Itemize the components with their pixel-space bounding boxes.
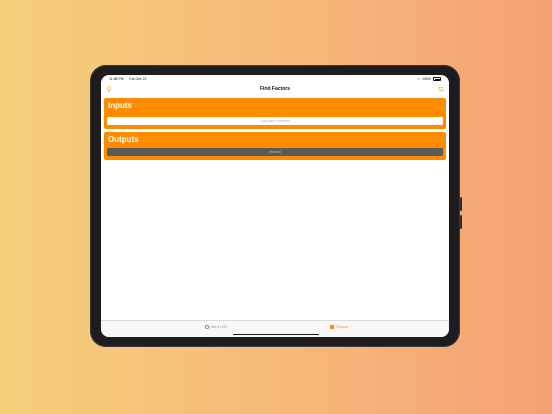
navigation-bar: Find Factors: [101, 83, 449, 97]
tab-bar: Get a LCD Factors: [101, 320, 449, 337]
square-icon: [330, 325, 334, 329]
side-button: [460, 197, 462, 211]
page-title: Find Factors: [259, 86, 290, 92]
factors-output: (factors): [107, 148, 443, 156]
inputs-title: Inputs: [108, 101, 132, 110]
refresh-icon[interactable]: [438, 86, 444, 92]
wifi-icon: ∾: [417, 77, 421, 81]
tab-label: Factors: [336, 325, 348, 329]
side-button: [460, 215, 462, 229]
circle-icon: [205, 325, 209, 329]
status-bar: 11:58 PM Tue Dec 22 ∾ 100%: [101, 75, 449, 83]
outputs-section: Outputs (factors): [104, 132, 446, 160]
tab-label: Get a LCD: [210, 325, 228, 329]
tab-get-lcd[interactable]: Get a LCD: [205, 325, 227, 329]
status-time: 11:58 PM: [109, 77, 124, 81]
number-input[interactable]: [107, 117, 443, 125]
status-date: Tue Dec 22: [128, 77, 147, 81]
outputs-title: Outputs: [108, 135, 139, 144]
battery-icon: [433, 77, 441, 81]
tab-factors[interactable]: Factors: [330, 325, 348, 329]
tablet-device: 11:58 PM Tue Dec 22 ∾ 100% Find Factors: [90, 65, 462, 347]
app-screen: 11:58 PM Tue Dec 22 ∾ 100% Find Factors: [101, 75, 449, 337]
home-indicator[interactable]: [233, 333, 319, 335]
battery-percent: 100%: [422, 77, 431, 81]
inputs-section: Inputs: [104, 98, 446, 129]
